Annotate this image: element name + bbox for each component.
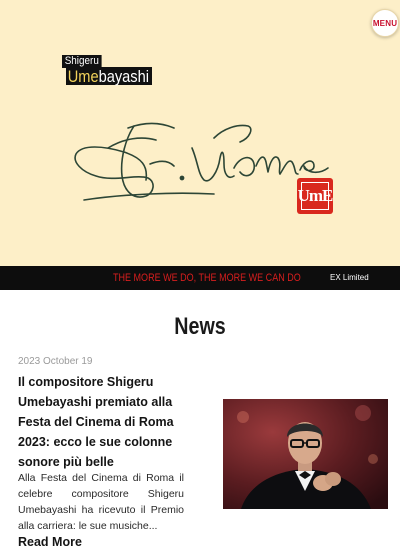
- news-item-date: 2023 October 19: [18, 356, 93, 367]
- site-logo[interactable]: Shigeru Umebayashi: [62, 55, 152, 85]
- hero-section: MENU Shigeru Umebayashi UmE: [0, 0, 400, 266]
- news-item-title[interactable]: Il compositore Shigeru Umebayashi premia…: [18, 372, 208, 472]
- read-more-link[interactable]: Read More: [18, 535, 82, 549]
- news-item-image[interactable]: [223, 399, 388, 509]
- hanko-seal: UmE: [297, 178, 333, 214]
- logo-last-name: Umebayashi: [66, 67, 152, 85]
- seal-text: UmE: [297, 186, 334, 205]
- logo-last-name-highlight: Ume: [67, 67, 99, 86]
- news-item-excerpt: Alla Festa del Cinema di Roma il celebre…: [18, 472, 184, 532]
- menu-button[interactable]: MENU: [371, 9, 399, 37]
- banner-tagline: THE MORE WE DO, THE MORE WE CAN DO: [113, 272, 301, 284]
- menu-button-label: MENU: [372, 18, 398, 28]
- news-heading: News: [174, 313, 226, 340]
- tagline-banner: THE MORE WE DO, THE MORE WE CAN DO EX Li…: [0, 266, 400, 290]
- logo-last-name-rest: bayashi: [98, 67, 150, 86]
- ex-limited-link[interactable]: EX Limited: [330, 273, 369, 282]
- seal-border: UmE: [298, 182, 333, 210]
